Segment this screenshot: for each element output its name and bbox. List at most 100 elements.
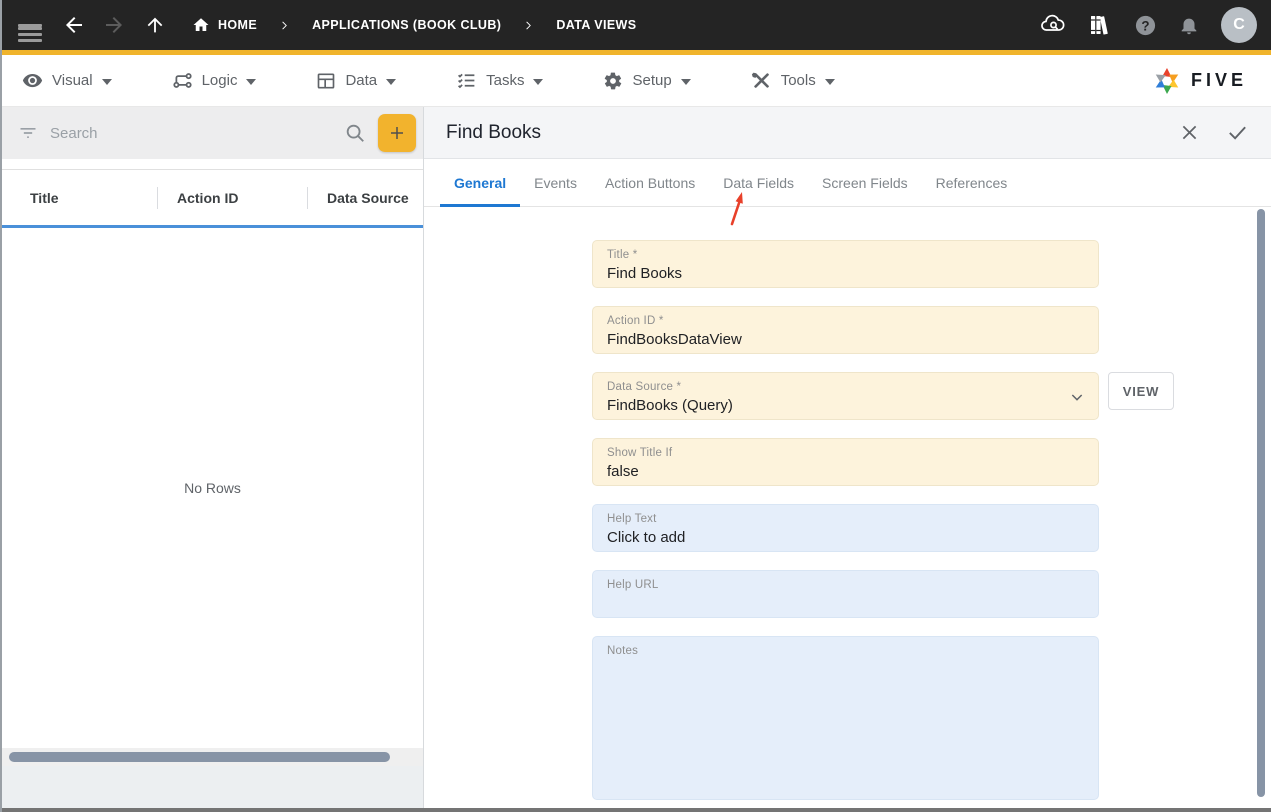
column-header-data-source[interactable]: Data Source: [307, 170, 423, 225]
app-window: HOME APPLICATIONS (BOOK CLUB) DATA VIEWS: [0, 0, 1271, 812]
five-pinwheel-icon: [1152, 66, 1182, 96]
up-arrow-icon[interactable]: [144, 14, 166, 36]
notes-label: Notes: [607, 645, 1084, 657]
window-bottom-edge: [2, 808, 1271, 812]
data-views-list-panel: Title Action ID Data Source No Rows: [2, 107, 424, 808]
data-source-row: Data Source * FindBooks (Query) VIEW: [592, 372, 1271, 438]
tab-references[interactable]: References: [922, 159, 1022, 206]
caret-down-icon: [533, 79, 543, 85]
hamburger-menu-icon[interactable]: [18, 21, 42, 30]
avatar-letter: C: [1233, 16, 1245, 34]
notifications-bell-icon[interactable]: [1178, 14, 1200, 36]
menu-setup[interactable]: Setup: [603, 71, 690, 91]
caret-down-icon: [681, 79, 691, 85]
search-input[interactable]: [50, 125, 332, 142]
menu-tasks-label: Tasks: [486, 72, 524, 89]
breadcrumb-applications[interactable]: APPLICATIONS (BOOK CLUB): [312, 18, 501, 32]
search-bar: [2, 107, 423, 159]
form-content: Title * Find Books Action ID * FindBooks…: [424, 207, 1271, 808]
menu-data-label: Data: [345, 72, 377, 89]
tab-bar: General Events Action Buttons Data Field…: [424, 159, 1271, 207]
column-header-data-source-label: Data Source: [327, 190, 409, 206]
menu-visual[interactable]: Visual: [22, 70, 112, 91]
forward-arrow-icon[interactable]: [102, 13, 126, 37]
horizontal-scrollbar-thumb[interactable]: [9, 752, 390, 762]
tab-screen-fields[interactable]: Screen Fields: [808, 159, 922, 206]
breadcrumb-home[interactable]: HOME: [192, 16, 257, 34]
navbar-left: HOME APPLICATIONS (BOOK CLUB) DATA VIEWS: [2, 13, 637, 37]
menu-visual-label: Visual: [52, 72, 93, 89]
chevron-right-icon: [523, 20, 534, 31]
navbar-right: ? C: [1038, 7, 1257, 43]
horizontal-scrollbar: [2, 748, 423, 766]
page-title: Find Books: [446, 122, 1153, 144]
detail-panel-header: Find Books: [424, 107, 1271, 159]
search-icon[interactable]: [344, 122, 366, 144]
table-icon: [316, 71, 336, 91]
data-source-value: FindBooks (Query): [607, 397, 1084, 414]
show-title-if-value: false: [607, 463, 1084, 480]
column-divider: [307, 187, 308, 209]
title-field[interactable]: Title * Find Books: [592, 240, 1099, 288]
caret-down-icon: [825, 79, 835, 85]
main-area: Title Action ID Data Source No Rows: [2, 107, 1271, 808]
column-header-action-id[interactable]: Action ID: [157, 170, 307, 225]
checklist-icon: [456, 70, 477, 91]
top-navbar: HOME APPLICATIONS (BOOK CLUB) DATA VIEWS: [2, 0, 1271, 50]
title-field-label: Title *: [607, 249, 1084, 261]
help-text-field[interactable]: Help Text Click to add: [592, 504, 1099, 552]
help-url-field[interactable]: Help URL: [592, 570, 1099, 618]
tools-icon: [751, 70, 772, 91]
menu-logic-label: Logic: [202, 72, 238, 89]
gear-icon: [603, 71, 623, 91]
data-source-select[interactable]: Data Source * FindBooks (Query): [592, 372, 1099, 420]
tab-general[interactable]: General: [440, 159, 520, 206]
cloud-search-icon[interactable]: [1038, 13, 1066, 37]
tab-events[interactable]: Events: [520, 159, 591, 206]
five-logo: FIVE: [1152, 66, 1247, 96]
menu-tools[interactable]: Tools: [751, 70, 835, 91]
user-avatar[interactable]: C: [1221, 7, 1257, 43]
tab-action-buttons[interactable]: Action Buttons: [591, 159, 709, 206]
caret-down-icon: [246, 79, 256, 85]
empty-state-message: No Rows: [184, 480, 241, 496]
column-header-action-id-label: Action ID: [177, 190, 238, 206]
notes-field[interactable]: Notes: [592, 636, 1099, 800]
svg-text:?: ?: [1141, 18, 1149, 33]
detail-panel: Find Books General Events Action Buttons…: [424, 107, 1271, 808]
tab-data-fields[interactable]: Data Fields: [709, 159, 808, 206]
menu-setup-label: Setup: [632, 72, 671, 89]
column-header-title[interactable]: Title: [2, 170, 157, 225]
help-text-label: Help Text: [607, 513, 1084, 525]
action-id-field-label: Action ID *: [607, 315, 1084, 327]
menu-logic[interactable]: Logic: [172, 70, 257, 91]
help-text-value: Click to add: [607, 529, 1084, 546]
column-divider: [157, 187, 158, 209]
chevron-down-icon[interactable]: [1069, 389, 1085, 410]
view-button[interactable]: VIEW: [1108, 372, 1174, 410]
menubar: Visual Logic Data Tasks: [2, 55, 1271, 107]
list-header-row: Title Action ID Data Source: [2, 169, 423, 225]
close-icon[interactable]: [1179, 122, 1200, 143]
action-id-field[interactable]: Action ID * FindBooksDataView: [592, 306, 1099, 354]
plus-icon: [388, 124, 406, 142]
column-header-title-label: Title: [30, 190, 59, 206]
save-check-icon[interactable]: [1226, 121, 1249, 144]
filter-icon[interactable]: [18, 123, 38, 143]
back-arrow-icon[interactable]: [62, 13, 86, 37]
library-books-icon[interactable]: [1087, 13, 1113, 37]
action-id-field-value: FindBooksDataView: [607, 331, 1084, 348]
add-record-button[interactable]: [378, 114, 416, 152]
five-wordmark: FIVE: [1191, 70, 1247, 91]
caret-down-icon: [386, 79, 396, 85]
breadcrumb-home-label: HOME: [218, 18, 257, 32]
help-icon[interactable]: ?: [1134, 14, 1157, 37]
breadcrumb-data-views[interactable]: DATA VIEWS: [556, 18, 636, 32]
show-title-if-field[interactable]: Show Title If false: [592, 438, 1099, 486]
menu-tasks[interactable]: Tasks: [456, 70, 543, 91]
chevron-right-icon: [279, 20, 290, 31]
home-icon: [192, 16, 210, 34]
title-field-value: Find Books: [607, 265, 1084, 282]
vertical-scrollbar-thumb[interactable]: [1257, 209, 1265, 797]
menu-data[interactable]: Data: [316, 71, 396, 91]
